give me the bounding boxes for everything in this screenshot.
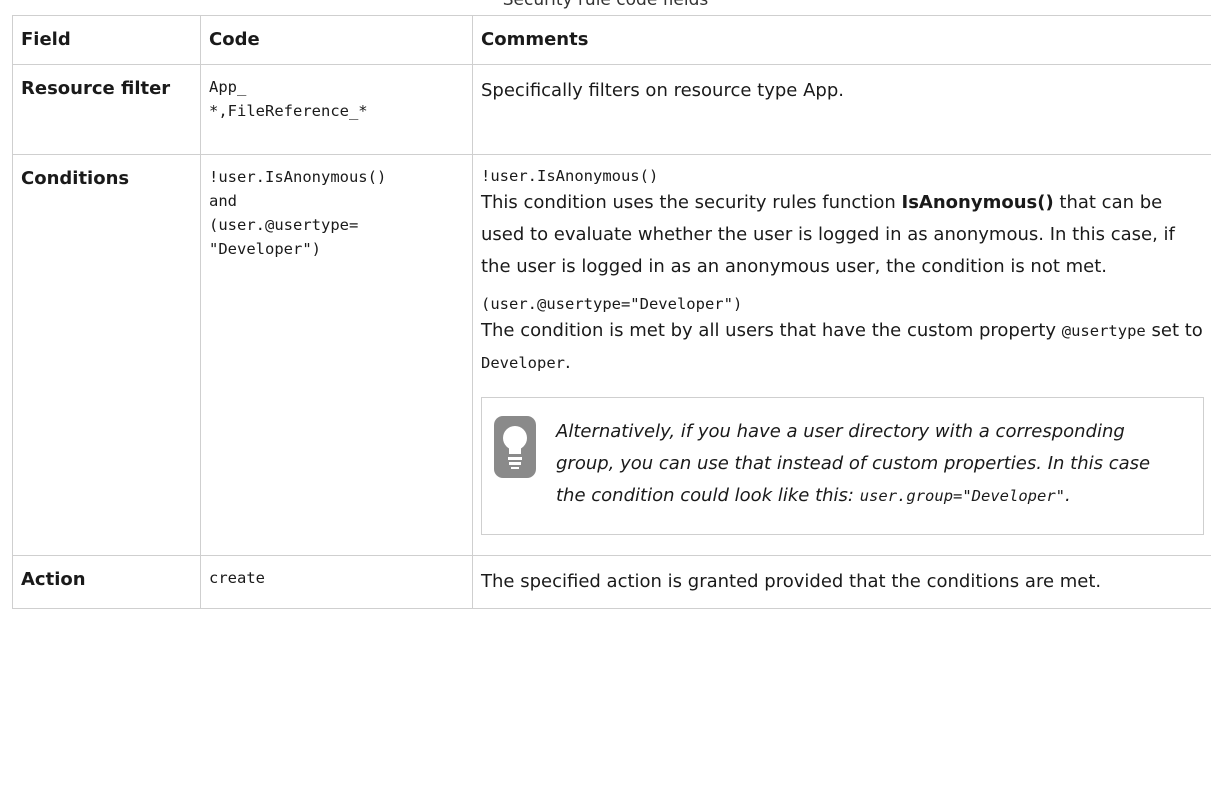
condition-code: (user.@usertype="Developer") bbox=[481, 295, 743, 313]
table-row-resource-filter: Resource filter App_ *,FileReference_* S… bbox=[12, 64, 1211, 155]
code-line: *,FileReference_* bbox=[209, 102, 368, 120]
code-action: create bbox=[200, 555, 473, 609]
tip-text: Alternatively, if you have a user direct… bbox=[556, 416, 1185, 512]
code-line: (user.@usertype= bbox=[209, 216, 359, 234]
comment-conditions: !user.IsAnonymous() This condition uses … bbox=[472, 154, 1211, 556]
code-line: "Developer") bbox=[209, 240, 321, 258]
code-line: !user.IsAnonymous() bbox=[209, 168, 387, 186]
condition-paragraph-anonymous: !user.IsAnonymous() This condition uses … bbox=[481, 165, 1204, 283]
tip-text-part: . bbox=[1065, 485, 1071, 506]
header-code: Code bbox=[200, 15, 473, 65]
code-line: App_ bbox=[209, 78, 247, 96]
header-comments: Comments bbox=[472, 15, 1211, 65]
code-line: create bbox=[209, 569, 265, 587]
header-field: Field bbox=[12, 15, 201, 65]
code-line: and bbox=[209, 192, 237, 210]
table-row-action: Action create The specified action is gr… bbox=[12, 555, 1211, 609]
condition-code: !user.IsAnonymous() bbox=[481, 167, 659, 185]
tip-box: Alternatively, if you have a user direct… bbox=[481, 397, 1204, 535]
inline-code: Developer bbox=[481, 354, 565, 372]
comment-resource-filter: Specifically filters on resource type Ap… bbox=[472, 64, 1211, 155]
paragraph-text: The condition is met by all users that h… bbox=[481, 320, 1062, 341]
table-header-row: Field Code Comments bbox=[12, 15, 1211, 65]
comment-text: The specified action is granted provided… bbox=[481, 571, 1102, 592]
comment-action: The specified action is granted provided… bbox=[472, 555, 1211, 609]
paragraph-text: . bbox=[565, 352, 571, 373]
field-action: Action bbox=[12, 555, 201, 609]
paragraph-text: This condition uses the security rules f… bbox=[481, 192, 902, 213]
inline-code: user.group="Developer" bbox=[859, 487, 1066, 505]
field-resource-filter: Resource filter bbox=[12, 64, 201, 155]
paragraph-text: set to bbox=[1145, 320, 1203, 341]
table-caption: Security rule code fields bbox=[502, 0, 709, 10]
inline-code: @usertype bbox=[1061, 322, 1146, 340]
code-conditions: !user.IsAnonymous() and (user.@usertype=… bbox=[200, 154, 473, 556]
comment-text: Specifically filters on resource type Ap… bbox=[481, 80, 844, 101]
condition-paragraph-usertype: (user.@usertype="Developer") The conditi… bbox=[481, 293, 1204, 379]
table-row-conditions: Conditions !user.IsAnonymous() and (user… bbox=[12, 154, 1211, 556]
field-conditions: Conditions bbox=[12, 154, 201, 556]
function-name: IsAnonymous() bbox=[901, 192, 1054, 213]
security-rule-table: Field Code Comments Resource filter App_… bbox=[12, 15, 1211, 609]
lightbulb-icon bbox=[494, 416, 536, 478]
code-resource-filter: App_ *,FileReference_* bbox=[200, 64, 473, 155]
